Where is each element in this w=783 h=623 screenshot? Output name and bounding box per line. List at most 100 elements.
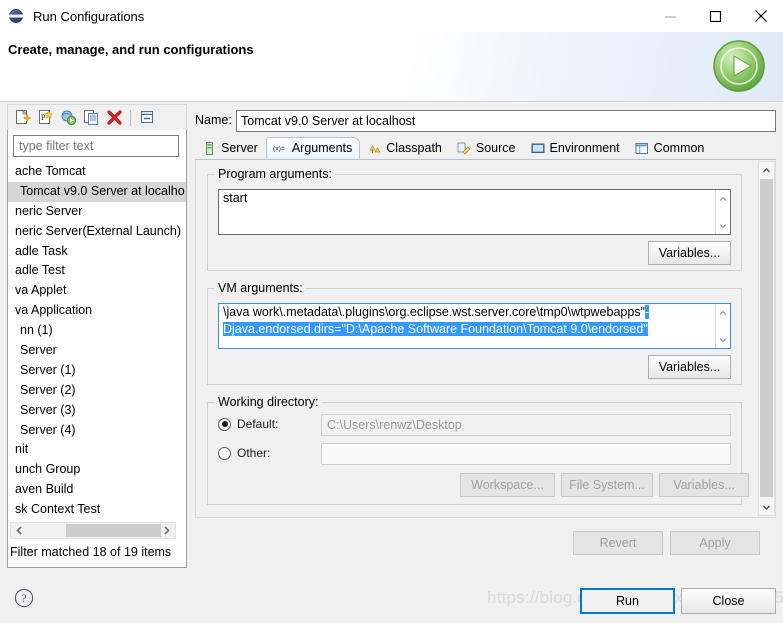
tree-horizontal-scrollbar[interactable]	[10, 522, 176, 539]
vm-arguments-input[interactable]: \java work\.metadata\.plugins\org.eclips…	[218, 303, 731, 349]
workspace-button[interactable]: Workspace...	[460, 473, 555, 497]
tree-item[interactable]: Server (1)	[8, 361, 186, 381]
help-question-icon[interactable]: ?	[14, 588, 34, 608]
tree-item-selected[interactable]: Tomcat v9.0 Server at localho	[8, 181, 186, 202]
tree-item[interactable]: Server	[8, 341, 186, 361]
tab-source[interactable]: Source	[450, 137, 524, 159]
program-arguments-label: Program arguments:	[215, 167, 335, 181]
arguments-tab-panel: Program arguments: start Variables... VM…	[195, 160, 776, 518]
working-directory-variables-button[interactable]: Variables...	[659, 473, 749, 497]
common-icon	[635, 141, 650, 156]
arguments-icon: (x)=	[273, 141, 288, 156]
new-launch-configuration-icon[interactable]	[12, 108, 32, 128]
program-arguments-variables-button[interactable]: Variables...	[648, 241, 731, 265]
tab-classpath[interactable]: Classpath	[360, 137, 450, 159]
name-input[interactable]: Tomcat v9.0 Server at localhost	[236, 110, 776, 132]
tree-item[interactable]: neric Server	[8, 202, 186, 222]
tab-label: Source	[475, 141, 516, 155]
tab-panel-scrollbar[interactable]	[758, 161, 775, 516]
scroll-up-arrow-icon[interactable]	[759, 162, 774, 178]
minimize-icon[interactable]	[648, 0, 693, 32]
close-button[interactable]: Close	[681, 588, 776, 614]
tree-item[interactable]: nn (1)	[8, 321, 186, 341]
tree-item[interactable]: Server (4)	[8, 421, 186, 441]
working-directory-label: Working directory:	[215, 395, 322, 409]
apply-button[interactable]: Apply	[670, 531, 760, 555]
tree-item[interactable]: va Application	[8, 301, 186, 321]
name-label: Name:	[195, 113, 232, 127]
tree-item[interactable]: neric Server(External Launch)	[8, 222, 186, 242]
vm-arguments-group: VM arguments: \java work\.metadata\.plug…	[207, 281, 742, 385]
scrollbar-thumb[interactable]	[760, 179, 773, 497]
scroll-up-arrow-icon[interactable]	[716, 191, 730, 206]
vm-arguments-line-1-selection: -	[645, 305, 650, 319]
vm-arguments-variables-button[interactable]: Variables...	[648, 355, 731, 379]
tab-server[interactable]: Server	[195, 137, 266, 159]
scroll-right-arrow-icon[interactable]	[158, 523, 175, 538]
tab-common[interactable]: Common	[628, 137, 713, 159]
classpath-icon	[367, 141, 382, 156]
duplicate-icon[interactable]	[81, 108, 101, 128]
tree-item[interactable]: adle Test	[8, 261, 186, 281]
delete-icon[interactable]	[104, 108, 124, 128]
tree-item[interactable]: adle Task	[8, 242, 186, 262]
vm-arguments-scrollbar[interactable]	[715, 304, 730, 348]
default-value: C:\Users\renwz\Desktop	[327, 418, 462, 432]
tree-item[interactable]: ache Tomcat	[8, 162, 186, 182]
scroll-left-arrow-icon[interactable]	[11, 523, 28, 538]
tab-environment[interactable]: Environment	[523, 137, 627, 159]
scroll-up-arrow-icon[interactable]	[716, 305, 730, 320]
radio-default-icon[interactable]	[218, 417, 231, 431]
configurations-toolbar: P	[7, 104, 187, 130]
tree-item[interactable]: unch Group	[8, 460, 186, 480]
vm-arguments-line-1-text: \java work\.metadata\.plugins\org.eclips…	[223, 305, 645, 319]
run-configurations-dialog: Run Configurations Create, manage, and r…	[0, 0, 783, 623]
close-icon[interactable]	[738, 0, 783, 32]
tree-item[interactable]: nit	[8, 440, 186, 460]
tab-label: Environment	[549, 141, 620, 155]
revert-button[interactable]: Revert	[573, 531, 663, 555]
working-directory-default-field: C:\Users\renwz\Desktop	[321, 414, 731, 436]
run-button[interactable]: Run	[580, 588, 675, 614]
configurations-tree[interactable]: ache Tomcat Tomcat v9.0 Server at localh…	[8, 162, 186, 517]
tree-item[interactable]: sk Context Test	[8, 500, 186, 517]
toolbar-separator	[130, 109, 131, 126]
filter-input[interactable]: type filter text	[13, 135, 179, 157]
collapse-all-icon[interactable]	[137, 108, 157, 128]
file-system-button[interactable]: File System...	[561, 473, 653, 497]
tree-item[interactable]: va Applet	[8, 281, 186, 301]
tab-label: Classpath	[386, 141, 442, 155]
tab-arguments[interactable]: (x)= Arguments	[265, 137, 361, 159]
tree-item[interactable]: Server (3)	[8, 401, 186, 421]
working-directory-group: Working directory: Default: C:\Users\ren…	[207, 395, 749, 505]
maximize-icon[interactable]	[693, 0, 738, 32]
tab-label: Arguments	[291, 141, 353, 155]
scrollbar-thumb[interactable]	[66, 524, 161, 537]
name-value: Tomcat v9.0 Server at localhost	[241, 114, 416, 128]
program-arguments-scrollbar[interactable]	[715, 190, 730, 234]
program-arguments-input[interactable]: start	[218, 189, 731, 235]
server-icon	[202, 141, 217, 156]
tab-label: Common	[653, 141, 705, 155]
scroll-down-arrow-icon[interactable]	[716, 218, 730, 233]
svg-text:?: ?	[21, 593, 26, 605]
vm-arguments-line-1: \java work\.metadata\.plugins\org.eclips…	[219, 304, 730, 321]
scroll-down-arrow-icon[interactable]	[716, 332, 730, 347]
filter-status-text: Filter matched 18 of 19 items	[10, 545, 172, 559]
tree-item[interactable]: Server (2)	[8, 381, 186, 401]
export-launch-configuration-icon[interactable]	[58, 108, 78, 128]
new-prototype-icon[interactable]: P	[35, 108, 55, 128]
tree-item[interactable]: aven Build	[8, 480, 186, 500]
vm-arguments-line-2: Djava.endorsed.dirs="D:\Apache Software …	[219, 321, 730, 338]
tab-label: Server	[221, 141, 258, 155]
eclipse-icon	[9, 8, 25, 24]
vm-arguments-label: VM arguments:	[215, 281, 306, 295]
tab-bar: Server (x)= Arguments Classpath Source E…	[195, 137, 776, 160]
working-directory-other-radio[interactable]: Other:	[218, 446, 270, 460]
radio-other-icon[interactable]	[218, 446, 231, 460]
working-directory-other-field[interactable]	[321, 443, 731, 465]
scroll-down-arrow-icon[interactable]	[759, 499, 774, 515]
program-arguments-group: Program arguments: start Variables...	[207, 167, 742, 271]
working-directory-default-radio[interactable]: Default:	[218, 417, 278, 431]
window-controls	[648, 0, 783, 32]
